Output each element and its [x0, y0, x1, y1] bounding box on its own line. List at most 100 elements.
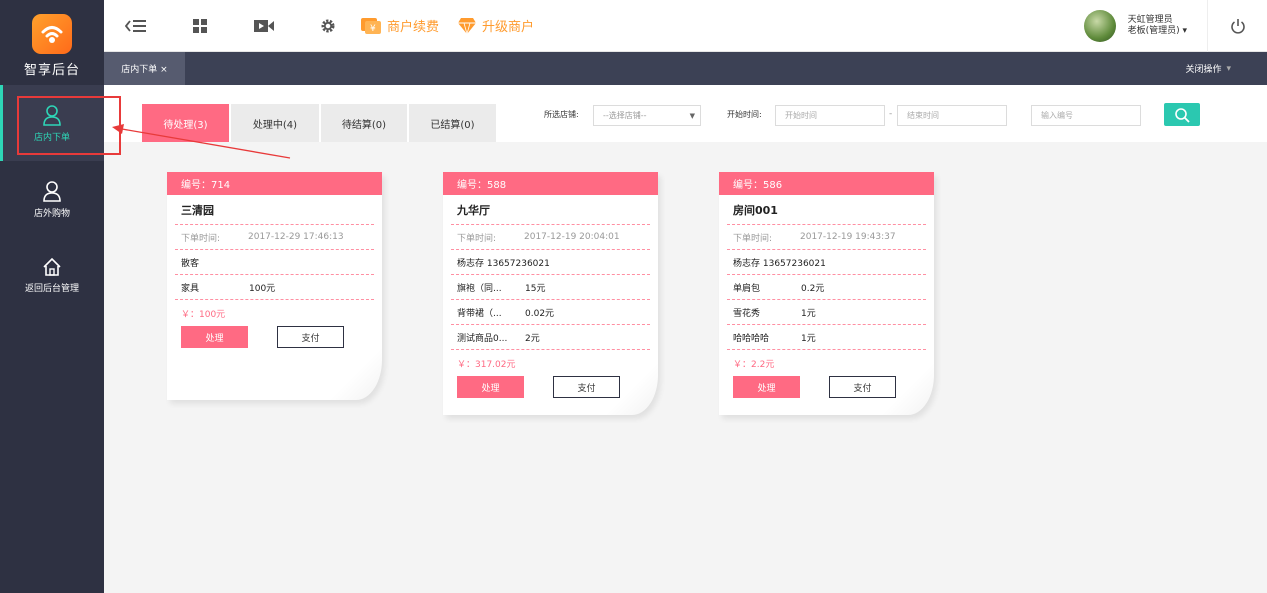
caret-down-icon: ▾ [1182, 25, 1187, 36]
close-operations-label: 关闭操作 [1185, 65, 1222, 75]
tab-processing[interactable]: 处理中(4) [231, 104, 319, 142]
end-time-input[interactable] [897, 105, 1007, 126]
tab-pending[interactable]: 待处理(3) [142, 104, 229, 142]
sidebar-item-outside-shopping[interactable]: 店外购物 [0, 161, 104, 237]
store-label: 所选店铺: [544, 110, 579, 119]
user-icon [43, 180, 61, 202]
tab-settled[interactable]: 已结算(0) [409, 104, 496, 142]
svg-text:¥: ¥ [370, 24, 376, 34]
order-time-row: 下单时间: 2017-12-19 19:43:37 [727, 225, 926, 250]
order-item-row: 测试商品0... 2元 [451, 325, 650, 350]
order-card: 编号：588 九华厅 下单时间: 2017-12-19 20:04:01 杨志存… [443, 172, 658, 415]
pay-button[interactable]: 支付 [277, 326, 344, 348]
order-time-label: 下单时间: [457, 233, 497, 244]
order-item-row: 单肩包 0.2元 [727, 275, 926, 300]
sidebar: 智享后台 店内下单 店外购物 返回后台管理 [0, 0, 104, 593]
order-item-row: 家具 100元 [175, 275, 374, 300]
item-price: 1元 [801, 333, 816, 344]
sidebar-item-back-to-admin[interactable]: 返回后台管理 [0, 237, 104, 313]
merchant-renew-link[interactable]: ¥ 商户续费 [360, 16, 439, 35]
process-button[interactable]: 处理 [181, 326, 248, 348]
merchant-renew-label: 商户续费 [387, 20, 440, 35]
order-time-row: 下单时间: 2017-12-19 20:04:01 [451, 225, 650, 250]
customer-info: 杨志存 13657236021 [457, 258, 550, 269]
sidebar-item-in-store-order[interactable]: 店内下单 [0, 85, 104, 161]
order-total: ￥：100元 [181, 309, 226, 320]
order-time-row: 下单时间: 2017-12-29 17:46:13 [175, 225, 374, 250]
item-name: 雪花秀 [733, 308, 761, 319]
order-number: 编号：714 [167, 172, 382, 195]
order-number: 编号：588 [443, 172, 658, 195]
user-menu[interactable]: 天虹管理员 老板(管理员) ▾ [1083, 9, 1207, 42]
user-name: 天虹管理员 [1127, 14, 1173, 25]
tab-awaiting-settlement[interactable]: 待结算(0) [321, 104, 407, 142]
logo-text: 智享后台 [23, 63, 80, 78]
sidebar-item-label: 店内下单 [33, 132, 70, 143]
customer-info: 杨志存 13657236021 [733, 258, 826, 269]
start-time-input[interactable] [775, 105, 885, 126]
home-icon [43, 257, 61, 276]
gear-icon[interactable] [296, 0, 360, 52]
user-info: 天虹管理员 老板(管理员) ▾ [1128, 15, 1187, 37]
item-name: 测试商品0... [457, 333, 508, 344]
item-name: 哈哈哈哈 [733, 333, 770, 344]
page-tab-bar: 店内下单 × 关闭操作 ▾ [104, 52, 1267, 85]
order-item-row: 背带裙（... 0.02元 [451, 300, 650, 325]
item-price: 0.2元 [801, 283, 825, 294]
customer-row: 杨志存 13657236021 [451, 250, 650, 275]
order-title: 房间001 [727, 195, 926, 225]
logo: 智享后台 [0, 0, 104, 85]
pay-button[interactable]: 支付 [553, 376, 620, 398]
order-actions: 处理 支付 [175, 326, 374, 400]
item-name: 单肩包 [733, 283, 761, 294]
item-price: 100元 [249, 283, 276, 294]
user-icon [43, 104, 61, 126]
filter-bar: 待处理(3) 处理中(4) 待结算(0) 已结算(0) 所选店铺: --选择店铺… [104, 85, 1267, 142]
order-time: 2017-12-19 19:43:37 [800, 232, 896, 242]
diamond-icon [458, 17, 477, 35]
item-name: 旗袍（同... [457, 283, 502, 294]
upgrade-merchant-link[interactable]: 升级商户 [457, 16, 534, 35]
chevron-down-icon: ▼ [689, 112, 695, 120]
order-total: ￥：317.02元 [457, 359, 516, 370]
date-range-dash: - [889, 109, 893, 119]
search-button[interactable] [1164, 103, 1200, 126]
order-time-label: 下单时间: [181, 233, 221, 244]
customer-row: 散客 [175, 250, 374, 275]
video-icon[interactable] [232, 0, 296, 52]
item-price: 15元 [525, 283, 546, 294]
grid-icon[interactable] [168, 0, 232, 52]
order-time: 2017-12-29 17:46:13 [248, 232, 344, 242]
tab-in-store-order[interactable]: 店内下单 × [104, 52, 185, 85]
menu-toggle-icon[interactable] [104, 0, 168, 52]
order-time: 2017-12-19 20:04:01 [524, 232, 620, 242]
order-total: ￥：2.2元 [733, 359, 775, 370]
pay-button[interactable]: 支付 [829, 376, 896, 398]
process-button[interactable]: 处理 [733, 376, 800, 398]
start-time-label: 开始时间: [727, 110, 762, 119]
process-button[interactable]: 处理 [457, 376, 524, 398]
order-item-row: 雪花秀 1元 [727, 300, 926, 325]
sidebar-item-label: 返回后台管理 [24, 283, 79, 294]
order-time-label: 下单时间: [733, 233, 773, 244]
item-name: 家具 [181, 283, 200, 294]
item-price: 2元 [525, 333, 540, 344]
item-price: 1元 [801, 308, 816, 319]
customer-row: 杨志存 13657236021 [727, 250, 926, 275]
order-number-input[interactable] [1031, 105, 1141, 126]
upgrade-merchant-label: 升级商户 [482, 20, 535, 35]
avatar [1083, 9, 1116, 42]
customer-info: 散客 [181, 258, 200, 269]
order-item-row: 哈哈哈哈 1元 [727, 325, 926, 350]
order-actions: 处理 支付 [451, 376, 650, 415]
order-number: 编号：586 [719, 172, 934, 195]
sidebar-item-label: 店外购物 [33, 208, 70, 219]
close-operations-menu[interactable]: 关闭操作 ▾ [1185, 52, 1231, 85]
order-actions: 处理 支付 [727, 376, 926, 415]
store-select[interactable]: --选择店铺-- ▼ [593, 105, 701, 126]
order-item-row: 旗袍（同... 15元 [451, 275, 650, 300]
power-icon[interactable] [1207, 0, 1267, 52]
search-icon [1175, 107, 1190, 123]
order-card: 编号：586 房间001 下单时间: 2017-12-19 19:43:37 杨… [719, 172, 934, 415]
item-price: 0.02元 [525, 308, 555, 319]
